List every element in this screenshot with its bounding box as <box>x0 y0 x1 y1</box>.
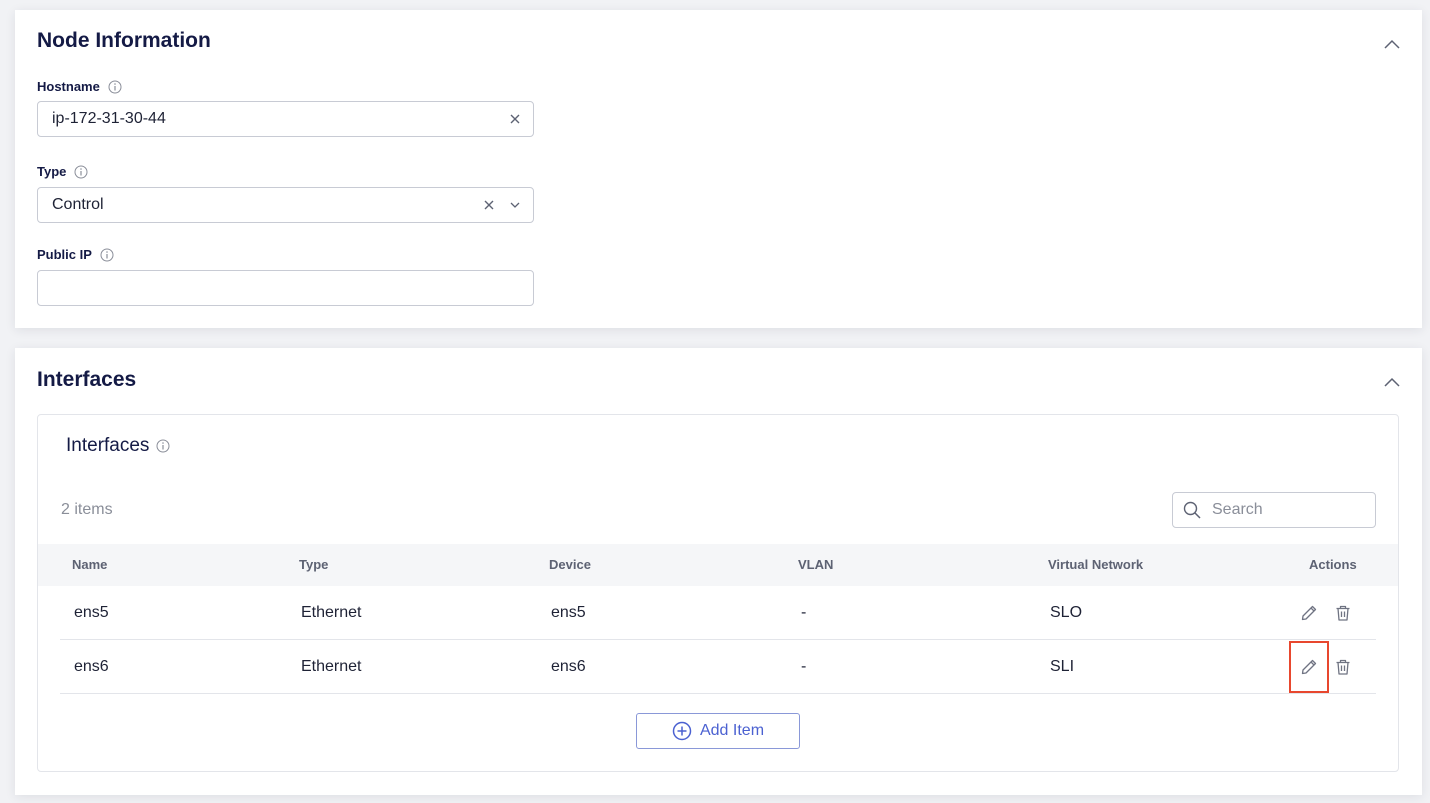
chevron-down-icon[interactable] <box>507 197 523 213</box>
cell-type: Ethernet <box>301 658 362 675</box>
column-header-device[interactable]: Device <box>549 544 591 586</box>
trash-icon <box>1336 659 1350 675</box>
info-icon[interactable] <box>100 248 114 262</box>
type-label-row: Type <box>37 164 88 179</box>
column-header-name[interactable]: Name <box>72 544 107 586</box>
plus-circle-icon <box>672 721 692 741</box>
hostname-label-row: Hostname <box>37 79 122 94</box>
node-information-title: Node Information <box>37 29 211 52</box>
column-header-virtual-network[interactable]: Virtual Network <box>1048 544 1143 586</box>
cell-type: Ethernet <box>301 604 362 621</box>
table-row[interactable]: ens5 Ethernet ens5 - SLO <box>60 586 1376 640</box>
collapse-node-information-button[interactable] <box>1382 34 1402 54</box>
node-information-card: Node Information Hostname Type Control <box>15 10 1422 328</box>
public-ip-field[interactable] <box>37 270 534 306</box>
edit-button[interactable] <box>1289 641 1329 693</box>
cell-vlan: - <box>801 658 807 675</box>
interfaces-section-title: Interfaces <box>37 368 137 391</box>
public-ip-input[interactable] <box>38 273 472 303</box>
hostname-input[interactable] <box>38 104 472 134</box>
table-row[interactable]: ens6 Ethernet ens6 - SLI <box>60 640 1376 694</box>
add-item-label: Add Item <box>699 722 765 739</box>
add-item-button[interactable]: Add Item <box>636 713 800 749</box>
type-select[interactable]: Control <box>37 187 534 223</box>
hostname-field[interactable] <box>37 101 534 137</box>
cell-device: ens6 <box>551 658 586 675</box>
collapse-interfaces-button[interactable] <box>1382 372 1402 392</box>
chevron-up-icon <box>1384 39 1400 49</box>
pencil-icon <box>1301 659 1317 675</box>
interfaces-list-title: Interfaces <box>66 435 150 456</box>
info-icon[interactable] <box>156 439 170 453</box>
row-actions <box>1292 586 1360 640</box>
interfaces-list-panel: Interfaces 2 items Name Type Device VLAN… <box>37 414 1399 772</box>
delete-button[interactable] <box>1326 650 1360 684</box>
cell-vlan: - <box>801 604 807 621</box>
cell-name: ens5 <box>74 604 109 621</box>
items-count: 2 items <box>61 501 113 518</box>
table-header: Name Type Device VLAN Virtual Network Ac… <box>38 544 1398 586</box>
delete-button[interactable] <box>1326 596 1360 630</box>
cell-name: ens6 <box>74 658 109 675</box>
trash-icon <box>1336 605 1350 621</box>
clear-type-icon[interactable] <box>481 197 497 213</box>
public-ip-label-row: Public IP <box>37 247 114 262</box>
type-selected-value: Control <box>52 196 104 213</box>
public-ip-label: Public IP <box>37 247 92 262</box>
cell-virtual-network: SLI <box>1050 658 1075 675</box>
edit-button[interactable] <box>1292 596 1326 630</box>
search-input[interactable] <box>1210 500 1364 520</box>
info-icon[interactable] <box>108 80 122 94</box>
interfaces-list-title-row: Interfaces <box>66 435 170 457</box>
clear-hostname-icon[interactable] <box>507 111 523 127</box>
search-icon <box>1183 501 1201 519</box>
info-icon[interactable] <box>74 165 88 179</box>
pencil-icon <box>1301 605 1317 621</box>
column-header-actions: Actions <box>1309 557 1357 572</box>
type-label: Type <box>37 164 67 179</box>
hostname-label: Hostname <box>37 79 100 94</box>
row-actions <box>1289 640 1360 694</box>
chevron-up-icon <box>1384 377 1400 387</box>
column-header-vlan[interactable]: VLAN <box>798 544 833 586</box>
interfaces-card: Interfaces Interfaces 2 items Name Type … <box>15 348 1422 795</box>
search-field[interactable] <box>1172 492 1376 528</box>
cell-device: ens5 <box>551 604 586 621</box>
cell-virtual-network: SLO <box>1050 604 1083 621</box>
column-header-type[interactable]: Type <box>299 544 328 586</box>
